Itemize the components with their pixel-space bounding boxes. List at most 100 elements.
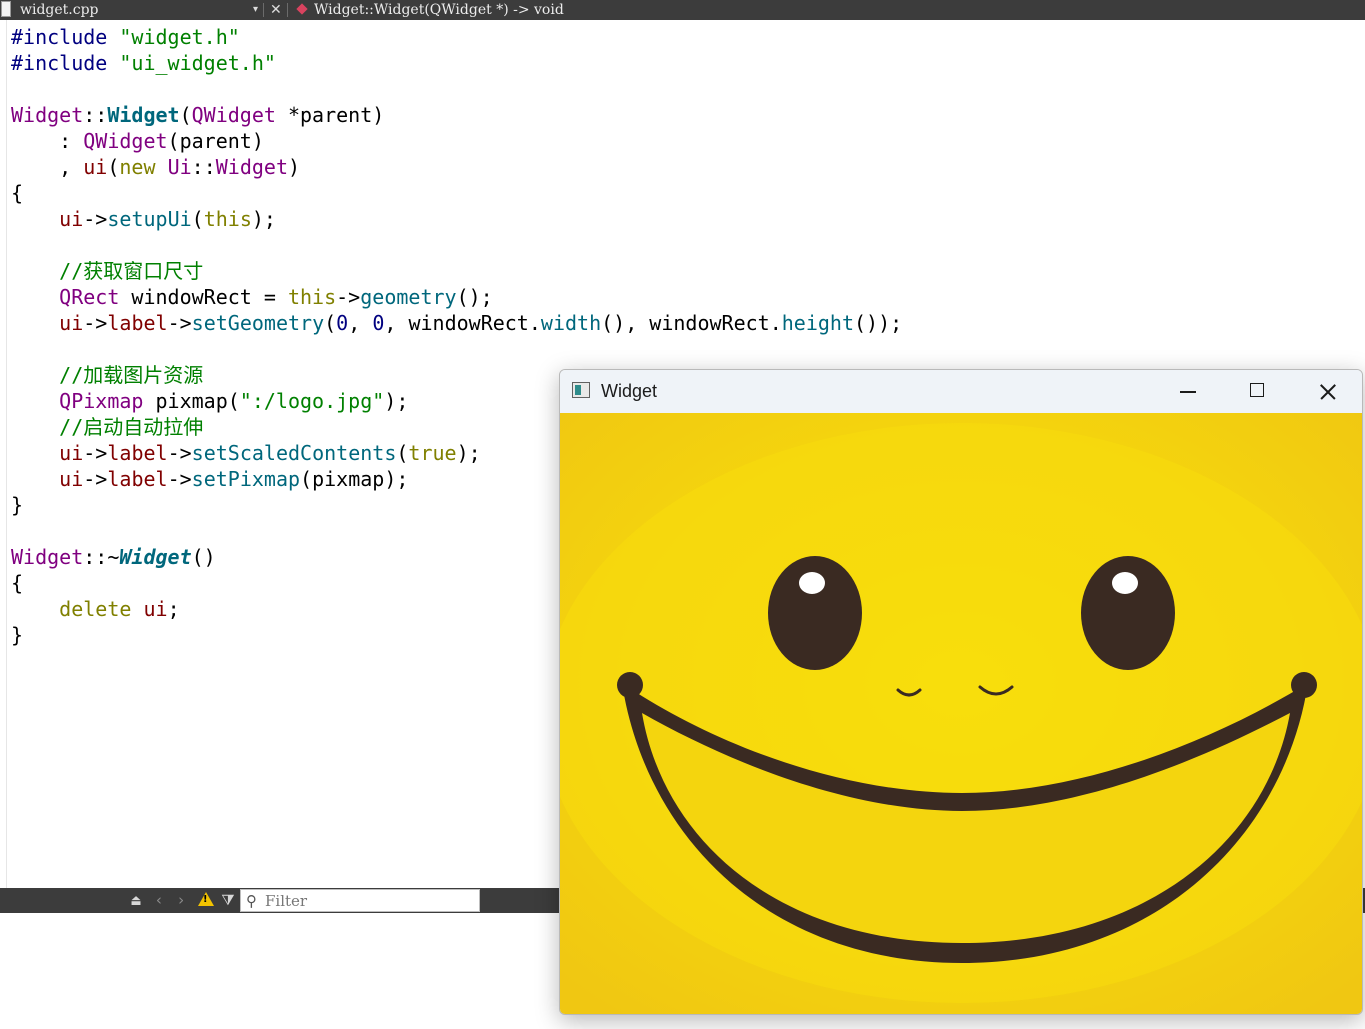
code-token: : bbox=[11, 129, 84, 153]
code-line[interactable] bbox=[11, 232, 902, 258]
code-token: Widget bbox=[11, 545, 84, 569]
window-title: Widget bbox=[601, 381, 658, 401]
code-token: setScaledContents bbox=[191, 441, 397, 465]
code-token: Widget bbox=[215, 155, 288, 179]
code-token: //获取窗口尺寸 bbox=[59, 259, 204, 283]
widget-window[interactable]: Widget bbox=[559, 369, 1363, 1015]
next-icon[interactable]: › bbox=[173, 890, 189, 911]
chevron-down-icon[interactable]: ▾ bbox=[253, 0, 258, 20]
code-line[interactable]: , ui(new Ui::Widget) bbox=[11, 154, 902, 180]
code-token: ui bbox=[143, 597, 168, 621]
code-token: setPixmap bbox=[191, 467, 301, 491]
maximize-icon[interactable] bbox=[1222, 370, 1292, 413]
code-token: -> bbox=[167, 467, 192, 491]
code-token: ()); bbox=[854, 311, 903, 335]
code-line[interactable] bbox=[11, 336, 902, 362]
code-token: { bbox=[11, 571, 24, 595]
code-token: Ui bbox=[167, 155, 192, 179]
code-token: this bbox=[287, 285, 337, 309]
left-eye-highlight bbox=[799, 572, 825, 594]
symbol-selector[interactable]: Widget::Widget(QWidget *) -> void bbox=[314, 0, 564, 20]
filter-input[interactable] bbox=[265, 890, 475, 911]
code-token: -> bbox=[167, 441, 192, 465]
code-line[interactable]: { bbox=[11, 180, 902, 206]
code-token: windowRect = bbox=[119, 285, 288, 309]
code-token: height bbox=[781, 311, 854, 335]
right-eye-highlight bbox=[1112, 572, 1138, 594]
code-token: ); bbox=[251, 207, 276, 231]
code-token: , windowRect. bbox=[384, 311, 541, 335]
code-token: Widget bbox=[119, 545, 192, 569]
smiley-image bbox=[560, 413, 1362, 1014]
close-file-icon[interactable]: ✕ bbox=[270, 0, 282, 20]
code-token: ":/logo.jpg" bbox=[239, 389, 385, 413]
close-icon[interactable] bbox=[1292, 370, 1362, 413]
code-token: :: bbox=[191, 155, 216, 179]
code-token: ; bbox=[167, 597, 180, 621]
code-token: ) bbox=[288, 155, 301, 179]
code-token: -> bbox=[83, 207, 108, 231]
code-line[interactable]: //获取窗口尺寸 bbox=[11, 258, 902, 284]
code-token: setupUi bbox=[107, 207, 192, 231]
code-token: { bbox=[11, 181, 24, 205]
warning-icon-mark: ! bbox=[203, 894, 208, 905]
code-token: (pixmap); bbox=[300, 467, 409, 491]
code-token: pixmap( bbox=[143, 389, 240, 413]
minimize-icon[interactable] bbox=[1152, 370, 1222, 413]
code-token: -> bbox=[83, 311, 108, 335]
code-token: #include bbox=[11, 51, 120, 75]
app-window-icon bbox=[572, 382, 590, 398]
code-token: () bbox=[191, 545, 216, 569]
code-line[interactable]: #include "ui_widget.h" bbox=[11, 50, 902, 76]
code-token: //启动自动拉伸 bbox=[59, 415, 204, 439]
pin-icon[interactable]: ⏏ bbox=[126, 890, 146, 911]
code-token: ui bbox=[59, 311, 84, 335]
code-token: -> bbox=[167, 311, 192, 335]
code-token: 0 bbox=[372, 311, 385, 335]
code-token: geometry bbox=[360, 285, 457, 309]
code-token: , bbox=[11, 155, 84, 179]
code-line[interactable]: QRect windowRect = this->geometry(); bbox=[11, 284, 902, 310]
code-token: delete bbox=[59, 597, 144, 621]
code-token: } bbox=[11, 623, 24, 647]
code-token: QPixmap bbox=[59, 389, 144, 413]
code-token: ( bbox=[396, 441, 409, 465]
code-line[interactable]: #include "widget.h" bbox=[11, 24, 902, 50]
code-token: Widget bbox=[11, 103, 84, 127]
image-label bbox=[560, 413, 1362, 1014]
code-token: width bbox=[540, 311, 602, 335]
toolbar-separator bbox=[263, 3, 264, 17]
code-token: "widget.h" bbox=[119, 25, 240, 49]
code-token: new bbox=[119, 155, 168, 179]
code-token: :: bbox=[83, 103, 108, 127]
code-token: (), windowRect. bbox=[601, 311, 782, 335]
filter-field[interactable]: ⚲ bbox=[240, 889, 480, 912]
search-icon: ⚲ bbox=[246, 892, 257, 910]
code-line[interactable]: ui->label->setGeometry(0, 0, windowRect.… bbox=[11, 310, 902, 336]
previous-icon[interactable]: ‹ bbox=[151, 890, 167, 911]
file-name-selector[interactable]: widget.cpp bbox=[20, 0, 99, 20]
code-token: -> bbox=[83, 441, 108, 465]
code-token: ( bbox=[191, 207, 204, 231]
code-line[interactable] bbox=[11, 76, 902, 102]
code-token: label bbox=[107, 441, 168, 465]
code-token: true bbox=[408, 441, 457, 465]
code-token: label bbox=[107, 311, 168, 335]
filter-funnel-icon[interactable]: ⧩ bbox=[219, 890, 237, 911]
window-titlebar[interactable]: Widget bbox=[560, 370, 1362, 413]
code-token: QWidget bbox=[83, 129, 168, 153]
code-token: ::~ bbox=[83, 545, 120, 569]
code-line[interactable]: Widget::Widget(QWidget *parent) bbox=[11, 102, 902, 128]
code-token: ui bbox=[59, 441, 84, 465]
code-line[interactable]: : QWidget(parent) bbox=[11, 128, 902, 154]
code-line[interactable]: ui->setupUi(this); bbox=[11, 206, 902, 232]
mouth-left-corner bbox=[617, 672, 643, 698]
